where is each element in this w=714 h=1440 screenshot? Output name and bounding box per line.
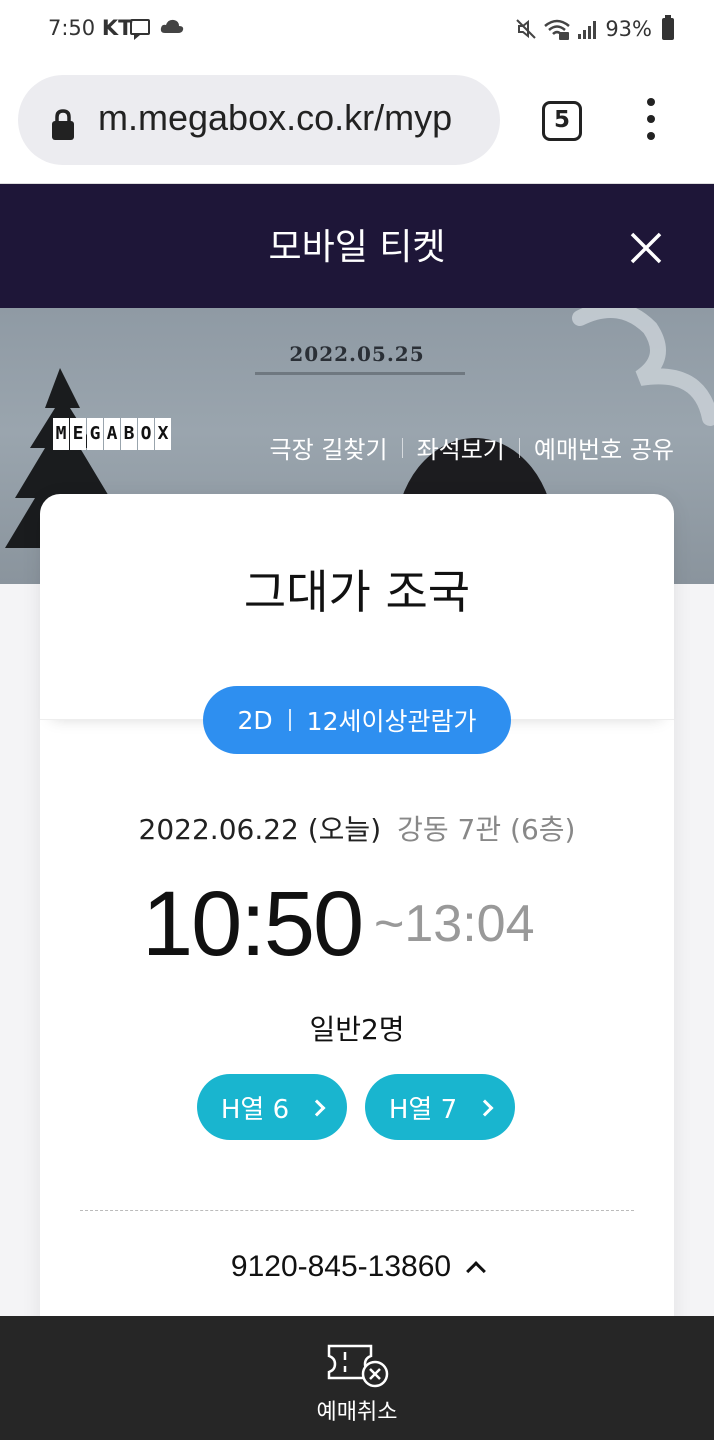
theater-directions-link[interactable]: 극장 길찾기 xyxy=(270,430,388,465)
start-time: 10:50 xyxy=(142,873,364,975)
browser-menu-icon[interactable] xyxy=(640,98,662,144)
dashed-divider xyxy=(80,1210,634,1211)
signal-icon xyxy=(578,21,597,39)
page-title: 모바일 티켓 xyxy=(268,227,446,268)
seat-list: H열 6 H열 7 xyxy=(197,1074,515,1140)
end-time: ~13:04 xyxy=(374,895,535,953)
share-booking-link[interactable]: 예매번호 공유 xyxy=(534,430,674,465)
chevron-right-icon xyxy=(476,1099,494,1117)
ticket-cancel-icon xyxy=(327,1344,389,1388)
booking-number: 9120-845-13860 xyxy=(230,1250,452,1283)
carrier-text: KT xyxy=(101,16,133,40)
mute-icon xyxy=(516,19,537,39)
status-bar: 7:50 KT 93% xyxy=(0,0,714,60)
message-icon xyxy=(130,19,150,40)
cinema-hall: 강동 7관 (6층) xyxy=(397,813,576,846)
wifi-icon xyxy=(544,19,571,40)
divider xyxy=(518,437,520,458)
format-rating-badge: 2D 12세이상관람가 xyxy=(203,686,511,754)
calligraphy-art xyxy=(572,308,714,426)
booking-number-toggle[interactable]: 9120-845-13860 xyxy=(40,1250,674,1284)
ticket-header: 모바일 티켓 xyxy=(0,184,714,308)
close-icon[interactable] xyxy=(622,224,670,272)
chevron-right-icon xyxy=(308,1099,326,1117)
seat-button[interactable]: H열 7 xyxy=(365,1074,515,1140)
poster-links: 극장 길찾기 좌석보기 예매번호 공유 xyxy=(270,430,674,465)
url-text[interactable]: m.megabox.co.kr/myp xyxy=(98,97,452,139)
show-date: 2022.06.22 (오늘) xyxy=(138,813,382,846)
seat-label: H열 6 xyxy=(220,1094,290,1125)
seat-label: H열 7 xyxy=(388,1094,458,1125)
browser-toolbar: m.megabox.co.kr/myp 5 xyxy=(0,60,714,184)
lock-icon xyxy=(52,109,74,140)
bottom-action-bar: 예매취소 xyxy=(0,1316,714,1440)
divider xyxy=(401,437,403,458)
poster-subtitle-line xyxy=(255,372,465,375)
status-indicators: 93% xyxy=(515,14,674,44)
url-bar[interactable]: m.megabox.co.kr/myp xyxy=(18,75,500,165)
divider xyxy=(288,709,291,731)
ticket-card: 그대가 조국 2D 12세이상관람가 2022.06.22 (오늘) 강동 7관 … xyxy=(40,494,674,1334)
age-rating-label: 12세이상관람가 xyxy=(306,707,477,736)
megabox-logo: MEGABOX xyxy=(53,418,171,450)
clock-text: 7:50 xyxy=(48,16,96,40)
format-label: 2D xyxy=(237,705,273,735)
status-time: 7:50 KT xyxy=(48,16,132,40)
tab-switcher-button[interactable]: 5 xyxy=(542,101,582,141)
battery-percent: 93% xyxy=(605,17,652,41)
seat-view-link[interactable]: 좌석보기 xyxy=(417,430,505,465)
cancel-booking-label: 예매취소 xyxy=(316,1400,398,1425)
seat-button[interactable]: H열 6 xyxy=(197,1074,347,1140)
show-date-line: 2022.06.22 (오늘) 강동 7관 (6층) xyxy=(40,808,674,848)
battery-icon xyxy=(662,15,674,40)
cancel-booking-button[interactable]: 예매취소 xyxy=(307,1342,407,1432)
movie-title: 그대가 조국 xyxy=(243,565,471,619)
audience-count: 일반2명 xyxy=(309,1013,405,1046)
chevron-up-icon xyxy=(466,1261,486,1281)
cloud-icon xyxy=(160,19,184,33)
